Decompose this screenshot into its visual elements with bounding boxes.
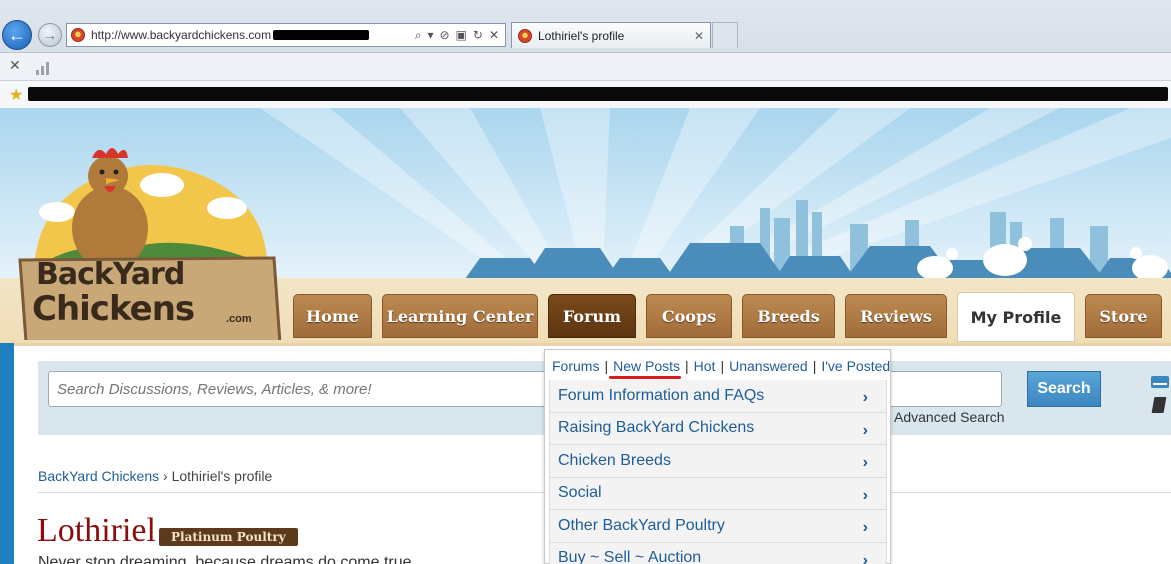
- address-bar[interactable]: http://www.backyardchickens.com ⌕ ▾ ⊘ ▣ …: [66, 23, 506, 47]
- forum-category-item[interactable]: Other BackYard Poultry ›: [549, 510, 887, 543]
- profile-tagline: Never stop dreaming, because dreams do c…: [38, 554, 416, 564]
- forum-category-item[interactable]: Social ›: [549, 477, 887, 510]
- favorites-star-icon[interactable]: ★: [9, 85, 23, 105]
- forum-link-hot[interactable]: Hot: [694, 358, 716, 374]
- site-favicon-icon: [71, 28, 85, 42]
- command-bar: ✕: [0, 52, 1171, 80]
- chevron-right-icon: ›: [862, 486, 868, 504]
- nav-tab-forum[interactable]: Forum: [548, 294, 636, 338]
- mail-icon[interactable]: [1151, 376, 1169, 388]
- link-separator: |: [604, 358, 609, 374]
- nav-tab-reviews[interactable]: Reviews: [845, 294, 947, 338]
- search-button[interactable]: Search: [1027, 371, 1101, 407]
- nav-tab-store[interactable]: Store: [1085, 294, 1162, 338]
- new-tab-button[interactable]: [712, 22, 738, 48]
- forward-arrow-icon: →: [43, 27, 57, 43]
- address-tools: ⌕ ▾ ⊘ ▣ ↻ ✕: [415, 28, 505, 43]
- category-label: Chicken Breeds: [558, 451, 671, 469]
- category-label: Forum Information and FAQs: [558, 386, 765, 404]
- dropdown-icon[interactable]: ▾: [427, 28, 433, 43]
- category-label: Social: [558, 484, 602, 502]
- category-label: Raising BackYard Chickens: [558, 419, 755, 437]
- link-separator: |: [720, 358, 725, 374]
- rank-badge: Platinum Poultry: [159, 528, 298, 546]
- chevron-right-icon: ›: [862, 454, 868, 471]
- refresh-icon[interactable]: ↻: [473, 28, 483, 43]
- forum-category-list: Forum Information and FAQs › Raising Back…: [549, 380, 887, 564]
- redacted-url-part: [273, 30, 370, 40]
- compat-view-icon[interactable]: ▣: [456, 28, 467, 43]
- chevron-right-icon: ›: [862, 389, 868, 406]
- link-separator: |: [685, 358, 689, 374]
- breadcrumb: BackYard Chickens › Lothiriel's profile: [38, 468, 272, 484]
- forum-link-new-posts[interactable]: New Posts: [613, 358, 680, 374]
- tab-close-icon[interactable]: ✕: [694, 29, 704, 43]
- nav-tab-my-profile[interactable]: My Profile: [957, 292, 1075, 342]
- stop-icon[interactable]: ✕: [489, 28, 499, 43]
- logo-text-backyard: BackYard: [36, 257, 185, 292]
- nav-tab-breeds[interactable]: Breeds: [742, 294, 835, 338]
- new-posts-highlight: [609, 376, 681, 379]
- logo-text-chickens: Chickens: [32, 289, 195, 329]
- search-icon[interactable]: ⌕: [415, 28, 422, 43]
- advanced-search-link[interactable]: Advanced Search: [894, 409, 1005, 425]
- forum-quick-links: Forums | New Posts | Hot | Unanswered | I've Pos…: [552, 358, 890, 374]
- nav-tab-learning-center[interactable]: Learning Center: [382, 294, 538, 338]
- breadcrumb-root-link[interactable]: BackYard Chickens: [38, 468, 159, 484]
- forward-button[interactable]: →: [38, 23, 62, 47]
- chevron-right-icon: ›: [862, 421, 868, 439]
- browser-chrome: ← → http://www.backyardchickens.com ⌕ ▾ …: [0, 0, 1171, 108]
- forum-category-item[interactable]: Buy ~ Sell ~ Auction ›: [549, 542, 887, 564]
- forum-category-item[interactable]: Forum Information and FAQs ›: [549, 380, 887, 413]
- chevron-right-icon: ›: [862, 519, 868, 536]
- address-url[interactable]: http://www.backyardchickens.com: [91, 28, 271, 42]
- nav-tab-home[interactable]: Home: [293, 294, 372, 338]
- forum-dropdown-menu: Forums | New Posts | Hot | Unanswered | I've Pos…: [544, 349, 891, 564]
- tab-favicon-icon: [518, 28, 532, 43]
- forum-link-ive-posted[interactable]: I've Posted: [821, 358, 890, 374]
- site-page: BackYard Chickens .com Home Learning Cen…: [0, 108, 1171, 564]
- category-label: Other BackYard Poultry: [558, 516, 725, 534]
- breadcrumb-separator: ›: [163, 468, 168, 484]
- redacted-favorites: [28, 87, 1168, 101]
- back-arrow-icon: ←: [8, 24, 26, 45]
- forum-link-unanswered[interactable]: Unanswered: [729, 358, 808, 374]
- close-bar-icon[interactable]: ✕: [9, 57, 21, 74]
- logo-text-dotcom: .com: [226, 313, 252, 325]
- profile-name: Lothiriel: [37, 512, 156, 549]
- browser-tab[interactable]: Lothiriel's profile ✕: [511, 22, 711, 48]
- chevron-right-icon: ›: [862, 551, 868, 564]
- forum-category-item[interactable]: Raising BackYard Chickens ›: [549, 412, 887, 445]
- breadcrumb-current: Lothiriel's profile: [171, 468, 273, 484]
- category-label: Buy ~ Sell ~ Auction: [558, 549, 702, 564]
- signal-icon: [36, 59, 56, 75]
- block-icon[interactable]: ⊘: [439, 28, 449, 43]
- left-side-edge: [0, 343, 14, 564]
- nav-tab-coops[interactable]: Coops: [646, 294, 732, 338]
- back-button[interactable]: ←: [2, 20, 32, 50]
- link-separator: |: [812, 358, 817, 374]
- tab-title: Lothiriel's profile: [538, 28, 625, 43]
- forum-category-item[interactable]: Chicken Breeds ›: [549, 445, 887, 478]
- forum-link-forums[interactable]: Forums: [552, 358, 599, 374]
- favorites-bar: ★: [0, 80, 1171, 108]
